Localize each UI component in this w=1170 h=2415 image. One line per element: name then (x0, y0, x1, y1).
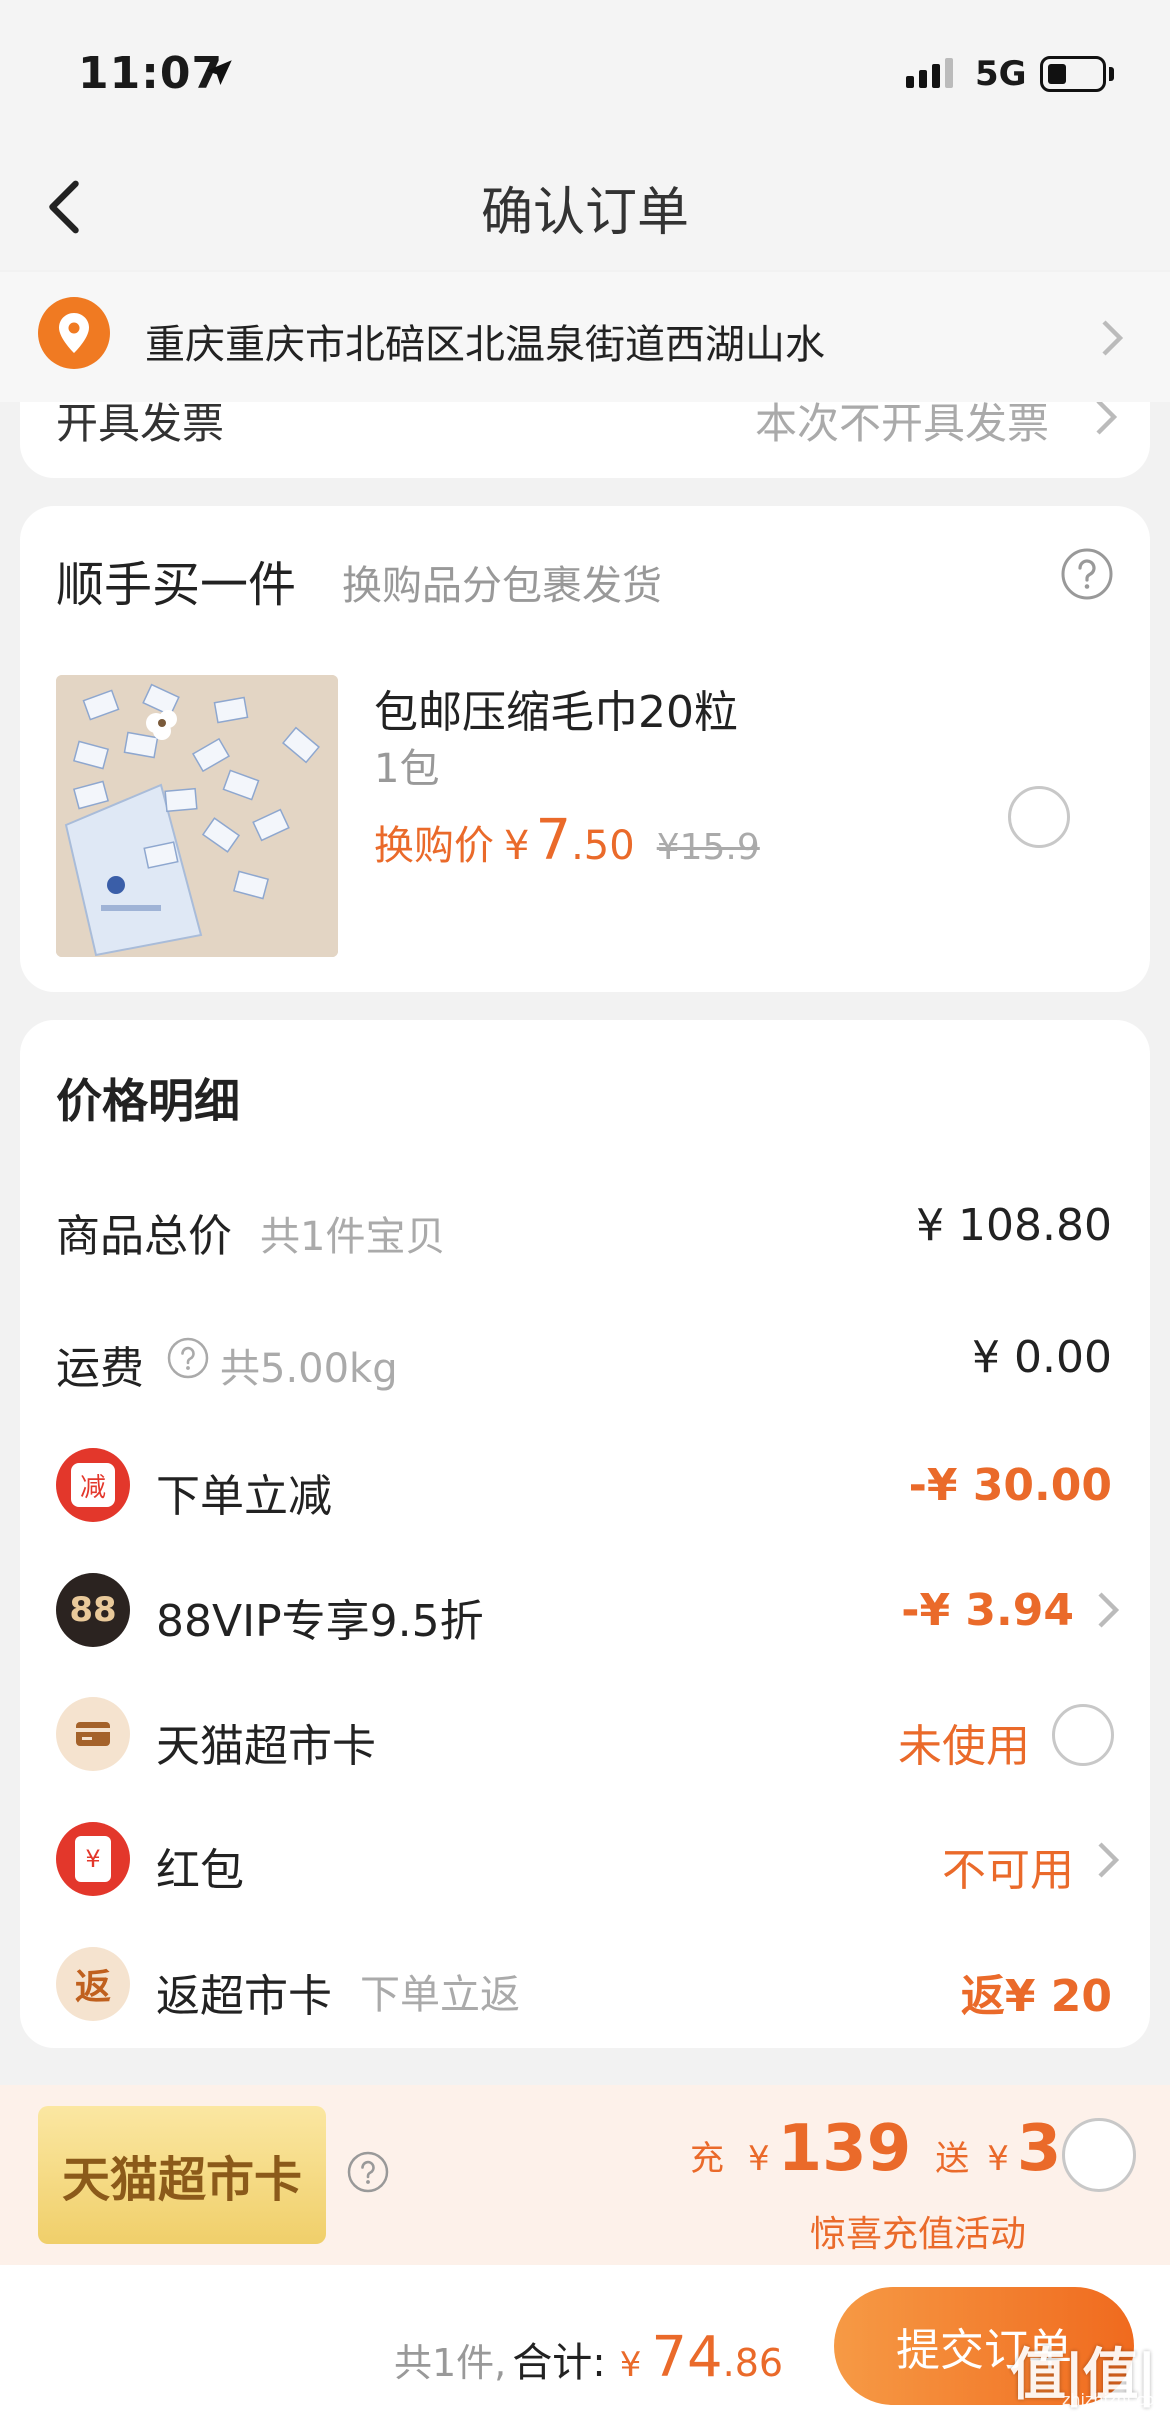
card-icon (56, 1697, 130, 1771)
location-arrow-icon (206, 60, 232, 86)
rebate-label: 返超市卡 (156, 1971, 332, 2022)
help-icon[interactable] (1060, 547, 1114, 601)
vip-88-icon: 88 (56, 1573, 130, 1647)
red-packet-value[interactable]: 不可用 (942, 1834, 1074, 1898)
item-count: 共1件, (394, 2341, 507, 2385)
tmall-card-label: 天猫超市卡 (156, 1721, 376, 1772)
product-quantity: 1包 (374, 746, 440, 792)
total-decimal: .86 (722, 2341, 784, 2385)
battery-tip (1109, 67, 1114, 81)
addon-subtitle: 换购品分包裹发货 (342, 563, 662, 609)
help-icon[interactable] (166, 1336, 210, 1380)
charge-activity: 惊喜充值活动 (810, 2214, 1027, 2255)
tmall-card-badge: 天猫超市卡 (38, 2106, 326, 2244)
charge-label: 充 (690, 2139, 724, 2179)
page-title: 确认订单 (480, 183, 689, 243)
discount-value: -¥ 30.00 (908, 1460, 1112, 1511)
address-text: 重庆重庆市北碚区北温泉街道西湖山水 (145, 322, 825, 368)
chevron-right-icon (1098, 1842, 1120, 1878)
charge-currency: ¥ (748, 2139, 770, 2179)
product-name: 包邮压缩毛巾20粒 (374, 687, 738, 738)
charge-amount: 139 (777, 2112, 912, 2186)
gift-currency: ¥ (987, 2139, 1009, 2179)
red-packet-label: 红包 (156, 1845, 244, 1896)
price-decimal: .50 (571, 823, 635, 869)
gift-amount: 3 (1016, 2112, 1062, 2186)
vip-discount-value[interactable]: -¥ 3.94 (901, 1585, 1074, 1636)
price-label: 换购价 (374, 823, 494, 869)
total-integer: 74 (651, 2325, 723, 2390)
battery-icon (1040, 56, 1106, 92)
charge-offer: 充 ¥ 139 送 ¥ 3 (690, 2112, 1061, 2186)
gift-label: 送 (935, 2139, 970, 2179)
goods-total-value: ¥ 108.80 (916, 1200, 1112, 1251)
total-label: 合计: (512, 2340, 606, 2386)
goods-total-label: 商品总价 (56, 1211, 232, 1262)
chevron-right-icon (1096, 399, 1118, 435)
discount-icon: 减 (56, 1448, 130, 1522)
total-currency: ¥ (619, 2345, 642, 2385)
order-total: 共1件, 合计: ¥ 74 .86 (394, 2325, 783, 2390)
location-pin-icon (38, 297, 110, 369)
tmall-card-value: 未使用 (898, 1721, 1030, 1772)
shipping-label: 运费 (56, 1343, 144, 1394)
addon-title: 顺手买一件 (56, 557, 297, 613)
chevron-right-icon (1102, 320, 1124, 356)
original-price: ¥15.9 (656, 827, 760, 868)
product-image[interactable] (56, 675, 338, 957)
price-detail-title: 价格明细 (56, 1074, 240, 1128)
watermark-url: zhizhizhi.com (1062, 2390, 1170, 2409)
shipping-value: ¥ 0.00 (972, 1332, 1112, 1383)
goods-count: 共1件宝贝 (260, 1214, 446, 1260)
tmall-card-radio[interactable] (1052, 1704, 1114, 1766)
price-currency: ¥ (504, 823, 530, 869)
charge-radio[interactable] (1062, 2118, 1136, 2192)
shipping-weight: 共5.00kg (220, 1346, 398, 1392)
rebate-sub: 下单立返 (360, 1972, 520, 2018)
addon-select-radio[interactable] (1008, 786, 1070, 848)
rebate-value: 返¥ 20 (960, 1971, 1112, 2022)
price-integer: 7 (535, 808, 572, 873)
product-price: 换购价 ¥ 7 .50 ¥15.9 (374, 808, 760, 873)
red-packet-icon: ¥ (56, 1822, 130, 1896)
discount-label: 下单立减 (156, 1471, 332, 1522)
vip-label: 88VIP专享9.5折 (156, 1596, 484, 1647)
network-type: 5G (975, 54, 1027, 94)
help-icon[interactable] (346, 2150, 390, 2194)
signal-icon (906, 58, 953, 88)
chevron-right-icon (1098, 1592, 1120, 1628)
rebate-icon: 返 (56, 1947, 130, 2021)
